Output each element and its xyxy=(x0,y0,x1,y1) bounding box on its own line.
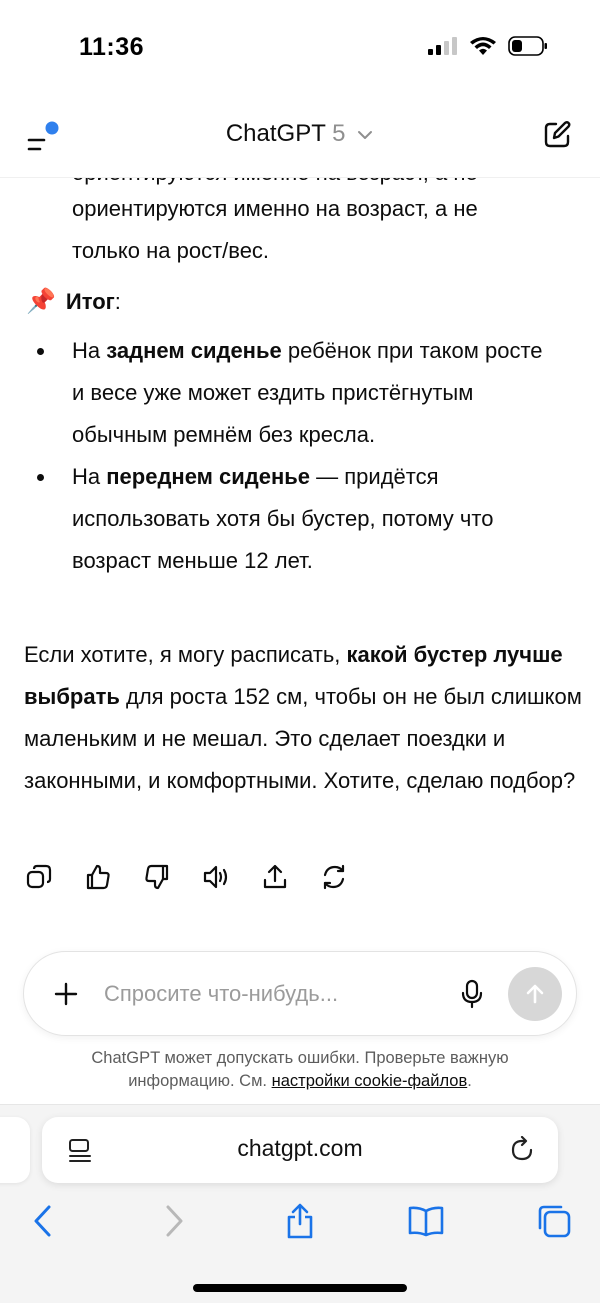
regenerate-icon xyxy=(323,864,345,890)
prompt-input[interactable] xyxy=(104,974,444,1014)
bullet-dot xyxy=(37,474,44,481)
list-item: На заднем сиденье ребёнок при таком рост… xyxy=(0,330,600,456)
summary-label: Итог xyxy=(65,289,115,314)
good-response-button[interactable] xyxy=(83,862,113,892)
bullet-text: На xyxy=(72,338,107,363)
arrow-up-icon xyxy=(526,984,544,1004)
disclaimer: ChatGPT может допускать ошибки. Проверьт… xyxy=(40,1047,560,1093)
book-icon xyxy=(408,1206,444,1237)
tabs-button[interactable] xyxy=(534,1201,574,1241)
forward-button[interactable] xyxy=(154,1201,194,1241)
read-aloud-button[interactable] xyxy=(201,862,231,892)
cookie-settings-link[interactable]: настройки cookie-файлов xyxy=(272,1072,468,1090)
model-version: 5 xyxy=(332,120,346,147)
bullet-text: На xyxy=(72,464,107,489)
address-bar[interactable]: chatgpt.com xyxy=(42,1117,558,1183)
share-button[interactable] xyxy=(260,862,290,892)
app-header: ChatGPT 5 xyxy=(0,100,600,178)
bad-response-button[interactable] xyxy=(142,862,172,892)
copy-icon xyxy=(26,864,52,889)
conversation[interactable]: ориентируются именно на возраст, а не ор… xyxy=(0,178,600,913)
read-aloud-icon xyxy=(203,865,228,889)
microphone-icon xyxy=(461,979,483,1009)
battery-icon xyxy=(508,36,547,56)
add-attachment-button[interactable] xyxy=(52,980,80,1008)
summary-heading: 📌 Итог: xyxy=(26,281,121,323)
share-sheet-button[interactable] xyxy=(280,1201,320,1241)
status-icons xyxy=(428,36,548,56)
bullet-bold-text: переднем сиденье xyxy=(106,464,311,489)
message-paragraph: Если хотите, я могу расписать, какой бус… xyxy=(24,634,584,802)
browser-bar: chatgpt.com xyxy=(0,1104,600,1303)
composer xyxy=(23,951,577,1036)
bullet-list: На заднем сиденье ребёнок при таком рост… xyxy=(0,330,600,582)
list-item: На переднем сиденье — придётся использов… xyxy=(0,456,600,582)
back-button[interactable] xyxy=(23,1201,63,1241)
regenerate-button[interactable] xyxy=(319,862,349,892)
url-text: chatgpt.com xyxy=(237,1135,363,1161)
pushpin-icon: 📌 xyxy=(26,288,56,315)
edit-icon xyxy=(544,121,571,148)
bullet-dot xyxy=(37,348,44,355)
thumbs-down-icon xyxy=(145,864,169,890)
dictate-button[interactable] xyxy=(459,979,485,1009)
chevron-left-icon xyxy=(34,1205,51,1237)
status-time: 11:36 xyxy=(79,33,145,61)
send-button[interactable] xyxy=(508,967,562,1021)
model-selector[interactable]: ChatGPT 5 xyxy=(0,120,600,148)
reload-button[interactable] xyxy=(508,1135,536,1164)
wifi-icon xyxy=(470,36,496,55)
tabs-icon xyxy=(538,1205,571,1238)
chevron-right-icon xyxy=(166,1205,183,1237)
message-actions xyxy=(24,862,349,892)
reload-icon xyxy=(511,1135,533,1161)
cellular-signal-icon xyxy=(428,37,457,55)
message-line: ориентируются именно на возраст, а не xyxy=(72,196,478,221)
share-icon xyxy=(263,864,287,889)
bullet-bold-text: заднем сиденье xyxy=(106,338,282,363)
chevron-down-icon xyxy=(358,130,373,139)
plus-icon xyxy=(54,982,78,1006)
summary-colon: : xyxy=(114,289,121,314)
new-chat-button[interactable] xyxy=(542,120,572,150)
status-bar: 11:36 xyxy=(0,0,600,100)
browser-toolbar xyxy=(0,1201,600,1241)
share-icon xyxy=(287,1203,313,1239)
home-indicator xyxy=(193,1284,407,1292)
bookmarks-button[interactable] xyxy=(406,1201,446,1241)
disclaimer-end: . xyxy=(467,1072,472,1090)
paragraph-text: Если хотите, я могу расписать, xyxy=(24,642,347,667)
previous-tab-preview[interactable] xyxy=(0,1117,30,1183)
copy-button[interactable] xyxy=(24,862,54,892)
thumbs-up-icon xyxy=(86,864,110,890)
app-name: ChatGPT xyxy=(225,120,326,147)
message-line: только на рост/вес. xyxy=(72,238,270,263)
